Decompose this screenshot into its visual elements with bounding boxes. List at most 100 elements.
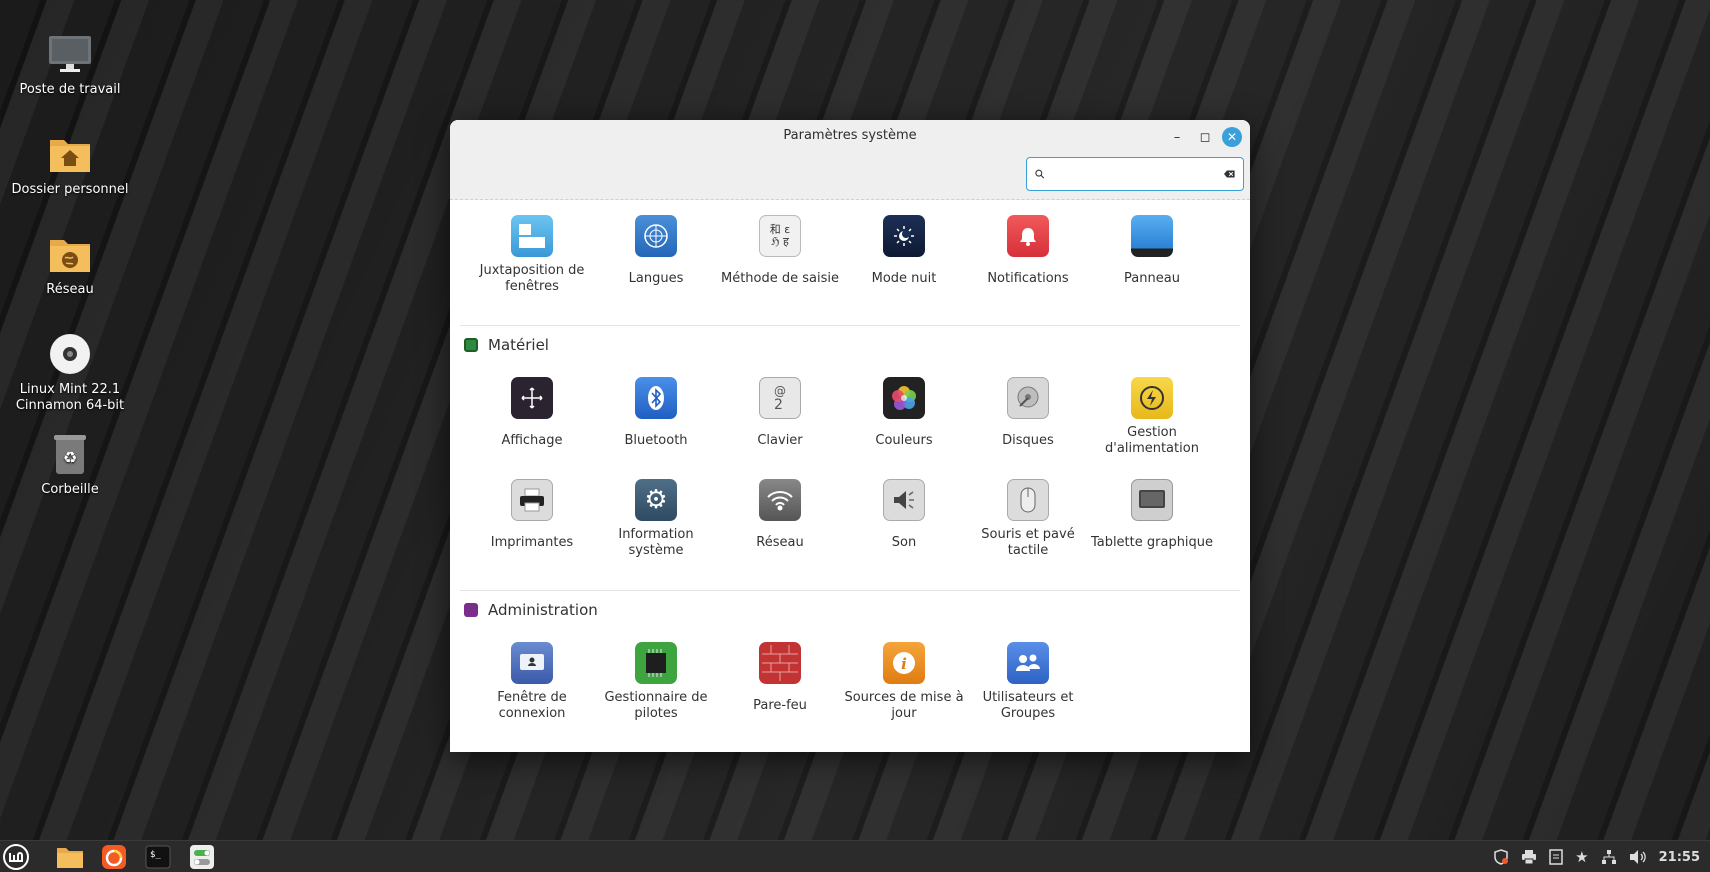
setting-keyboard[interactable]: @2 Clavier xyxy=(718,377,842,473)
network-folder-icon xyxy=(46,230,94,278)
setting-network[interactable]: Réseau xyxy=(718,479,842,575)
firewall-icon xyxy=(759,642,801,684)
setting-label: Couleurs xyxy=(875,433,933,448)
section-divider xyxy=(460,325,1240,326)
desktop-icon-computer[interactable]: Poste de travail xyxy=(0,30,140,98)
setting-login-window[interactable]: Fenêtre de connexion xyxy=(470,642,594,738)
printer-icon xyxy=(511,479,553,521)
setting-mouse[interactable]: Souris et pavé tactile xyxy=(966,479,1090,575)
trash-icon: ♻ xyxy=(46,430,94,478)
setting-sound[interactable]: Son xyxy=(842,479,966,575)
night-mode-icon xyxy=(883,215,925,257)
desktop-icon-label: Dossier personnel xyxy=(11,182,129,197)
chip-icon xyxy=(635,642,677,684)
desktop-icon-label: Poste de travail xyxy=(19,82,121,97)
setting-label: Tablette graphique xyxy=(1090,535,1214,550)
setting-panel[interactable]: Panneau xyxy=(1090,215,1214,311)
input-method-icon: 和 εℌ ह xyxy=(759,215,801,257)
clipboard-icon[interactable] xyxy=(1549,849,1563,865)
star-icon[interactable]: ★ xyxy=(1575,848,1588,866)
window-title: Paramètres système xyxy=(783,128,917,143)
disc-icon xyxy=(46,330,94,378)
system-tray: ★ 21:55 xyxy=(1493,841,1700,872)
setting-label: Juxtaposition de fenêtres xyxy=(479,263,585,294)
setting-label: Notifications xyxy=(987,271,1069,286)
mouse-icon xyxy=(1007,479,1049,521)
desktop-icon-network[interactable]: Réseau xyxy=(0,230,140,298)
monitor-icon xyxy=(46,30,94,78)
setting-night-mode[interactable]: Mode nuit xyxy=(842,215,966,311)
hardware-grid-row-2: Imprimantes ⚙ Information système Réseau… xyxy=(470,479,1214,575)
bell-icon xyxy=(1007,215,1049,257)
setting-drivers[interactable]: Gestionnaire de pilotes xyxy=(594,642,718,738)
taskbar: $_ ★ 21:55 xyxy=(0,840,1710,872)
close-button[interactable]: ✕ xyxy=(1222,127,1242,147)
svg-text:♻: ♻ xyxy=(63,448,77,467)
section-divider xyxy=(460,590,1240,591)
section-title-text: Matériel xyxy=(488,336,549,354)
setting-label: Imprimantes xyxy=(490,535,574,550)
admin-grid: Fenêtre de connexion Gestionnaire de pil… xyxy=(470,642,1090,738)
setting-update-sources[interactable]: i Sources de mise à jour xyxy=(842,642,966,738)
setting-label: Mode nuit xyxy=(871,271,937,286)
clear-search-icon[interactable] xyxy=(1224,168,1235,180)
setting-input-method[interactable]: 和 εℌ ह Méthode de saisie xyxy=(718,215,842,311)
folder-icon xyxy=(57,848,83,868)
search-box xyxy=(1026,157,1244,191)
tiling-icon xyxy=(511,215,553,257)
wifi-icon xyxy=(759,479,801,521)
firefox-launcher[interactable] xyxy=(100,845,128,869)
setting-label: Fenêtre de connexion xyxy=(497,690,567,721)
setting-languages[interactable]: Langues xyxy=(594,215,718,311)
settings-toggle-icon xyxy=(190,845,214,869)
search-icon xyxy=(1035,169,1045,179)
clock[interactable]: 21:55 xyxy=(1659,850,1700,865)
terminal-icon: $_ xyxy=(145,845,171,869)
desktop-icon-label: Corbeille xyxy=(41,482,99,497)
info-icon: i xyxy=(883,642,925,684)
maximize-button[interactable]: ◻ xyxy=(1195,127,1215,147)
setting-printers[interactable]: Imprimantes xyxy=(470,479,594,575)
setting-disks[interactable]: Disques xyxy=(966,377,1090,473)
setting-label: Sources de mise à jour xyxy=(844,690,964,721)
printer-tray-icon[interactable] xyxy=(1521,849,1537,865)
desktop-icon-trash[interactable]: ♻ Corbeille xyxy=(0,430,140,498)
setting-label: Panneau xyxy=(1124,271,1180,286)
setting-label: Disques xyxy=(1002,433,1054,448)
terminal-launcher[interactable]: $_ xyxy=(144,845,172,869)
setting-colors[interactable]: Couleurs xyxy=(842,377,966,473)
setting-tiling[interactable]: Juxtaposition de fenêtres xyxy=(470,215,594,311)
shield-icon[interactable] xyxy=(1493,849,1509,865)
panel-icon xyxy=(1131,215,1173,257)
setting-label: Son xyxy=(891,535,917,550)
admin-section-icon xyxy=(464,603,478,617)
network-tray-icon[interactable] xyxy=(1601,849,1617,865)
svg-text:$_: $_ xyxy=(150,850,161,860)
svg-text:i: i xyxy=(901,655,907,673)
desktop-icon-home[interactable]: Dossier personnel xyxy=(0,130,140,198)
setting-display[interactable]: Affichage xyxy=(470,377,594,473)
users-icon xyxy=(1007,642,1049,684)
setting-firewall[interactable]: Pare-feu xyxy=(718,642,842,738)
hardware-grid-row-1: Affichage Bluetooth @2 Clavier Couleurs xyxy=(470,377,1214,473)
setting-label: Gestion d'alimentation xyxy=(1105,425,1199,456)
menu-button[interactable] xyxy=(2,844,30,870)
speaker-icon xyxy=(883,479,925,521)
setting-users-groups[interactable]: Utilisateurs et Groupes xyxy=(966,642,1090,738)
setting-power[interactable]: Gestion d'alimentation xyxy=(1090,377,1214,473)
setting-bluetooth[interactable]: Bluetooth xyxy=(594,377,718,473)
desktop-icon-disc[interactable]: Linux Mint 22.1 Cinnamon 64-bit xyxy=(0,330,140,414)
top-grid: Juxtaposition de fenêtres Langues 和 εℌ ह… xyxy=(470,215,1214,311)
colors-icon xyxy=(883,377,925,419)
volume-icon[interactable] xyxy=(1629,849,1647,865)
setting-tablet[interactable]: Tablette graphique xyxy=(1090,479,1214,575)
gear-icon: ⚙ xyxy=(635,479,677,521)
setting-system-info[interactable]: ⚙ Information système xyxy=(594,479,718,575)
setting-notifications[interactable]: Notifications xyxy=(966,215,1090,311)
files-launcher[interactable] xyxy=(56,845,84,869)
search-input[interactable] xyxy=(1050,166,1225,182)
power-icon xyxy=(1131,377,1173,419)
minimize-button[interactable]: – xyxy=(1167,127,1187,147)
settings-launcher-active[interactable] xyxy=(188,845,216,869)
setting-label: Langues xyxy=(628,271,684,286)
